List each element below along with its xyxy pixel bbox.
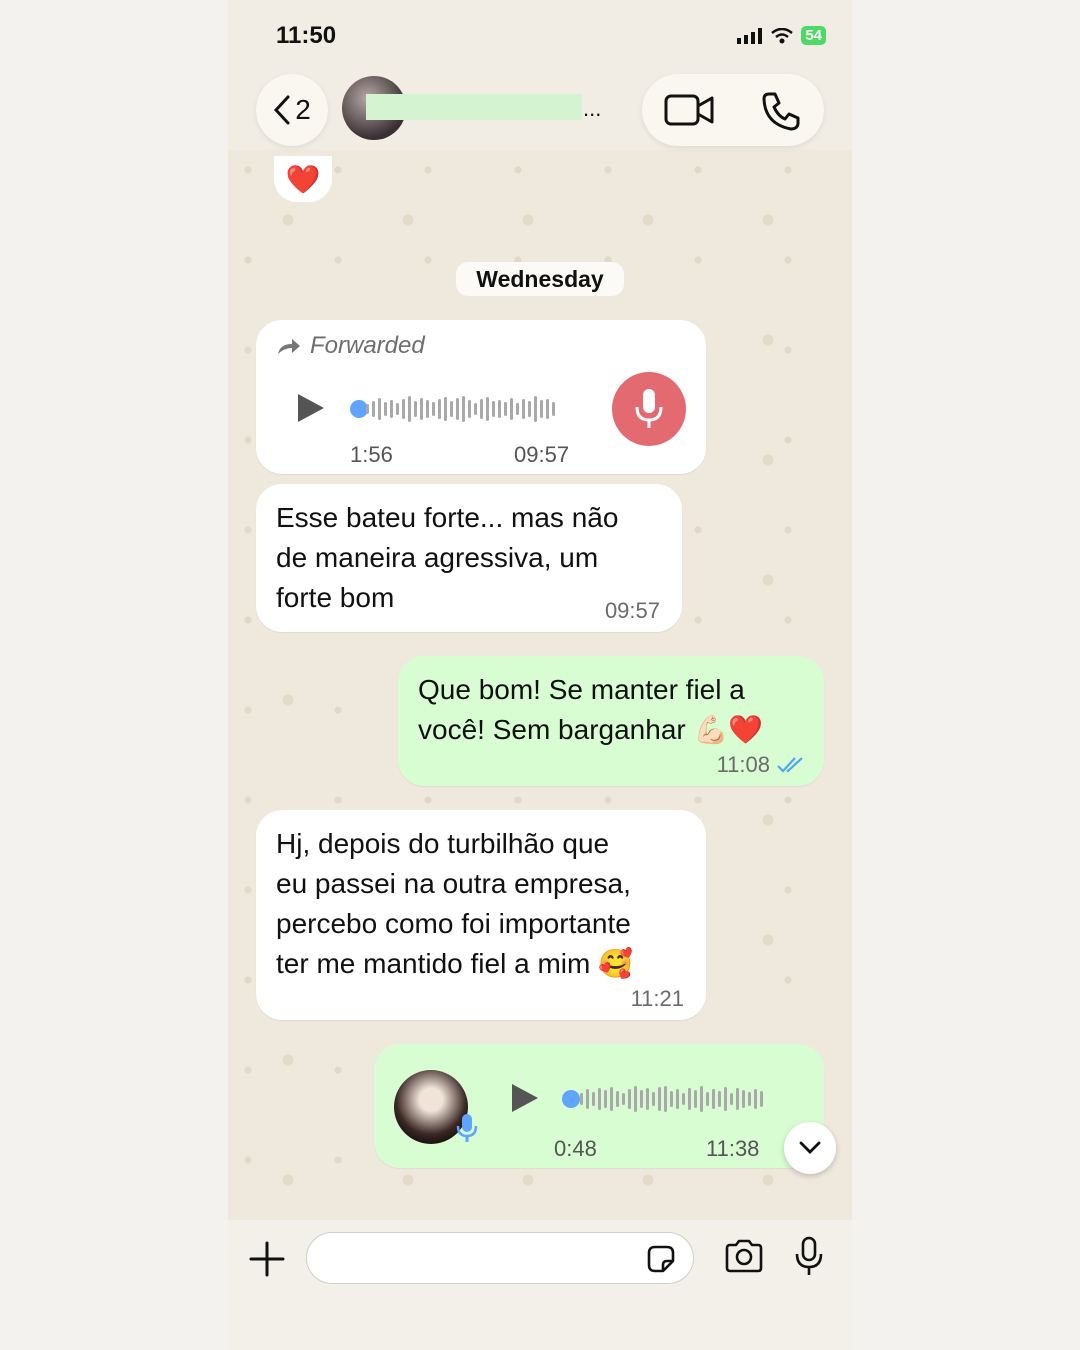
chevron-down-icon xyxy=(799,1141,821,1154)
message-input[interactable] xyxy=(306,1232,694,1285)
video-camera-icon[interactable] xyxy=(664,92,716,128)
text-message-incoming[interactable]: Hj, depois do turbilhão que eu passei na… xyxy=(256,810,706,1020)
camera-icon[interactable] xyxy=(724,1238,764,1274)
message-input-field[interactable] xyxy=(323,1233,637,1285)
voice-duration: 0:48 xyxy=(554,1136,597,1161)
message-reaction[interactable]: ❤️ xyxy=(274,156,332,202)
message-text: Hj, depois do turbilhão que eu passei na… xyxy=(276,828,633,979)
status-bar: 11:50 54 xyxy=(228,0,852,70)
status-icons: 54 xyxy=(737,26,826,45)
voice-duration: 1:56 xyxy=(350,442,393,467)
voice-message-outgoing[interactable]: 0:48 11:38 xyxy=(374,1044,824,1168)
playback-scrubber[interactable] xyxy=(562,1090,580,1108)
voice-note-badge xyxy=(612,372,686,446)
voice-waveform[interactable] xyxy=(366,394,555,424)
scroll-to-bottom-button[interactable] xyxy=(784,1122,836,1174)
play-button[interactable] xyxy=(512,1084,538,1112)
message-time: 09:57 xyxy=(604,598,660,623)
battery-indicator: 54 xyxy=(801,26,826,45)
status-time: 11:50 xyxy=(276,22,337,49)
message-time: 11:08 xyxy=(716,752,770,777)
text-message-incoming[interactable]: Esse bateu forte... mas não de maneira a… xyxy=(256,484,682,632)
date-separator: Wednesday xyxy=(456,262,624,296)
forward-arrow-icon xyxy=(278,339,300,354)
message-meta: 11:21 xyxy=(631,986,684,1012)
voice-waveform[interactable] xyxy=(580,1084,763,1114)
message-text: Esse bateu forte... mas não de maneira a… xyxy=(276,502,619,613)
plus-icon[interactable] xyxy=(248,1240,286,1278)
chevron-left-icon xyxy=(274,95,290,125)
composer-bar xyxy=(228,1220,852,1350)
sticker-icon[interactable] xyxy=(645,1243,677,1275)
message-time: 11:21 xyxy=(630,986,684,1011)
signal-icon xyxy=(737,27,763,44)
back-button[interactable]: 2 xyxy=(256,74,328,146)
microphone-icon xyxy=(635,389,663,428)
message-time: 11:38 xyxy=(706,1136,760,1161)
microphone-badge-icon xyxy=(456,1114,478,1142)
microphone-icon[interactable] xyxy=(794,1236,824,1278)
play-button[interactable] xyxy=(298,394,324,422)
wifi-icon xyxy=(771,27,794,43)
double-check-read-icon xyxy=(777,757,803,773)
unread-count: 2 xyxy=(295,94,311,125)
text-message-outgoing[interactable]: Que bom! Se manter fiel a você! Sem barg… xyxy=(398,656,824,786)
contact-name-redacted[interactable] xyxy=(366,94,582,120)
message-time: 09:57 xyxy=(514,442,570,467)
contact-name-ellipsis: ... xyxy=(583,96,602,121)
voice-message-incoming[interactable]: Forwarded 1:56 09:57 xyxy=(256,320,706,474)
message-text: Que bom! Se manter fiel a você! Sem barg… xyxy=(418,674,764,745)
phone-icon[interactable] xyxy=(760,90,802,132)
message-meta: 11:08 xyxy=(717,752,806,778)
forwarded-label: Forwarded xyxy=(276,332,425,360)
call-actions xyxy=(642,74,824,146)
chat-screen: 11:50 54 2 ... ❤️ Wednesday Forwarded 1:… xyxy=(228,0,852,1350)
message-meta: 09:57 xyxy=(605,598,660,624)
